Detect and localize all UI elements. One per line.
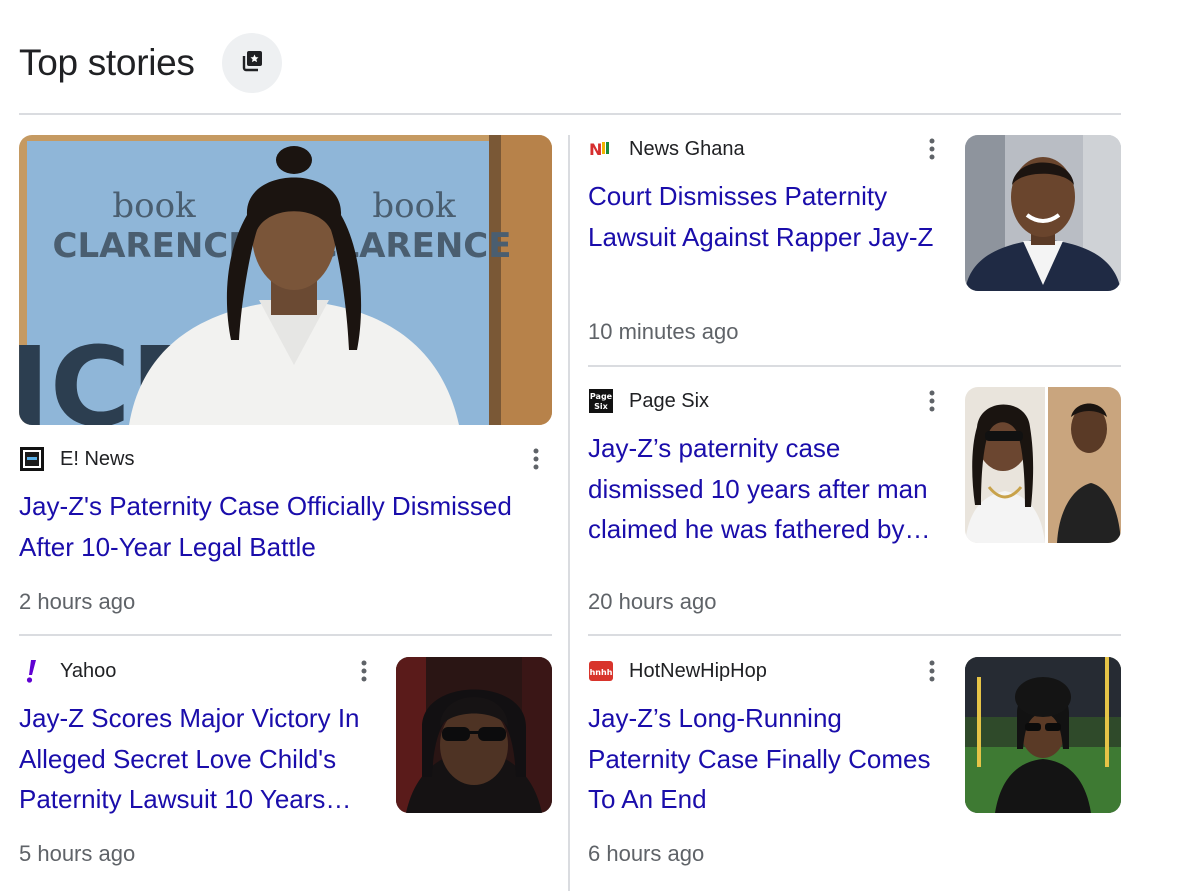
story-5-time: 6 hours ago (588, 841, 705, 866)
section-title: Top stories (19, 42, 195, 83)
story-1-image[interactable]: book CLARENCE book CLARENCE ICE (19, 135, 552, 425)
story-5-image[interactable] (965, 657, 1121, 813)
story-5-headline[interactable]: Jay-Z’s Long-Running Paternity Case Fina… (588, 698, 950, 820)
story-1-source[interactable]: E! News (19, 446, 134, 472)
story-3-source[interactable]: Page Six Page Six (588, 388, 709, 414)
source-name: HotNewHipHop (629, 659, 767, 682)
story-4-source[interactable]: Yahoo (19, 658, 116, 684)
story-1-headline[interactable]: Jay-Z's Paternity Case Officially Dismis… (19, 486, 549, 567)
story-3-more-options-button[interactable] (917, 388, 947, 418)
more-vert-icon (929, 660, 935, 687)
story-2-headline[interactable]: Court Dismisses Paternity Lawsuit Agains… (588, 176, 948, 257)
story-2-time: 10 minutes ago (588, 319, 739, 344)
source-name: E! News (60, 447, 135, 470)
stacked-stories-icon (239, 48, 265, 79)
source-name: Page Six (629, 389, 710, 412)
story-2-image[interactable] (965, 135, 1121, 291)
more-vert-icon (929, 390, 935, 417)
story-2-more-options-button[interactable] (917, 136, 947, 166)
column-divider (568, 135, 570, 891)
story-3-time: 20 hours ago (588, 589, 717, 614)
story-1-time: 2 hours ago (19, 589, 136, 614)
more-vert-icon (929, 138, 935, 165)
story-4-headline[interactable]: Jay-Z Scores Major Victory In Alleged Se… (19, 698, 381, 820)
svg-text:Six: Six (594, 402, 609, 411)
stories-feed-button[interactable] (222, 33, 282, 93)
story-1-more-options-button[interactable] (521, 446, 551, 476)
source-name: News Ghana (629, 137, 745, 160)
more-vert-icon (361, 660, 367, 687)
more-vert-icon (533, 448, 539, 475)
newsghana-icon: N (588, 136, 614, 162)
story-4-more-options-button[interactable] (349, 658, 379, 688)
eonline-icon (19, 446, 45, 472)
backdrop-logo-text-2: CLARENCE (53, 226, 252, 266)
story-3-image[interactable] (965, 387, 1121, 543)
story-2-source[interactable]: N News Ghana (588, 136, 745, 162)
backdrop-logo-text-3: book (372, 186, 456, 226)
story-4-time: 5 hours ago (19, 841, 136, 866)
hotnewhiphop-icon: hnhh (588, 658, 614, 684)
story-3-headline[interactable]: Jay-Z’s paternity case dismissed 10 year… (588, 428, 950, 550)
story-5-more-options-button[interactable] (917, 658, 947, 688)
story-4-image[interactable] (396, 657, 552, 813)
top-stories-header: Top stories (19, 32, 195, 94)
pagesix-icon: Page Six (588, 388, 614, 414)
story-5-source[interactable]: hnhh HotNewHipHop (588, 658, 767, 684)
source-name: Yahoo (60, 659, 117, 682)
story-1-divider (19, 634, 552, 636)
header-divider (19, 113, 1121, 115)
story-3-divider (588, 634, 1121, 636)
backdrop-logo-text-1: book (112, 186, 196, 226)
svg-text:N: N (589, 140, 602, 159)
svg-text:Page: Page (590, 392, 613, 401)
story-2-divider (588, 365, 1121, 367)
svg-text:hnhh: hnhh (590, 668, 613, 677)
yahoo-icon (19, 658, 45, 684)
